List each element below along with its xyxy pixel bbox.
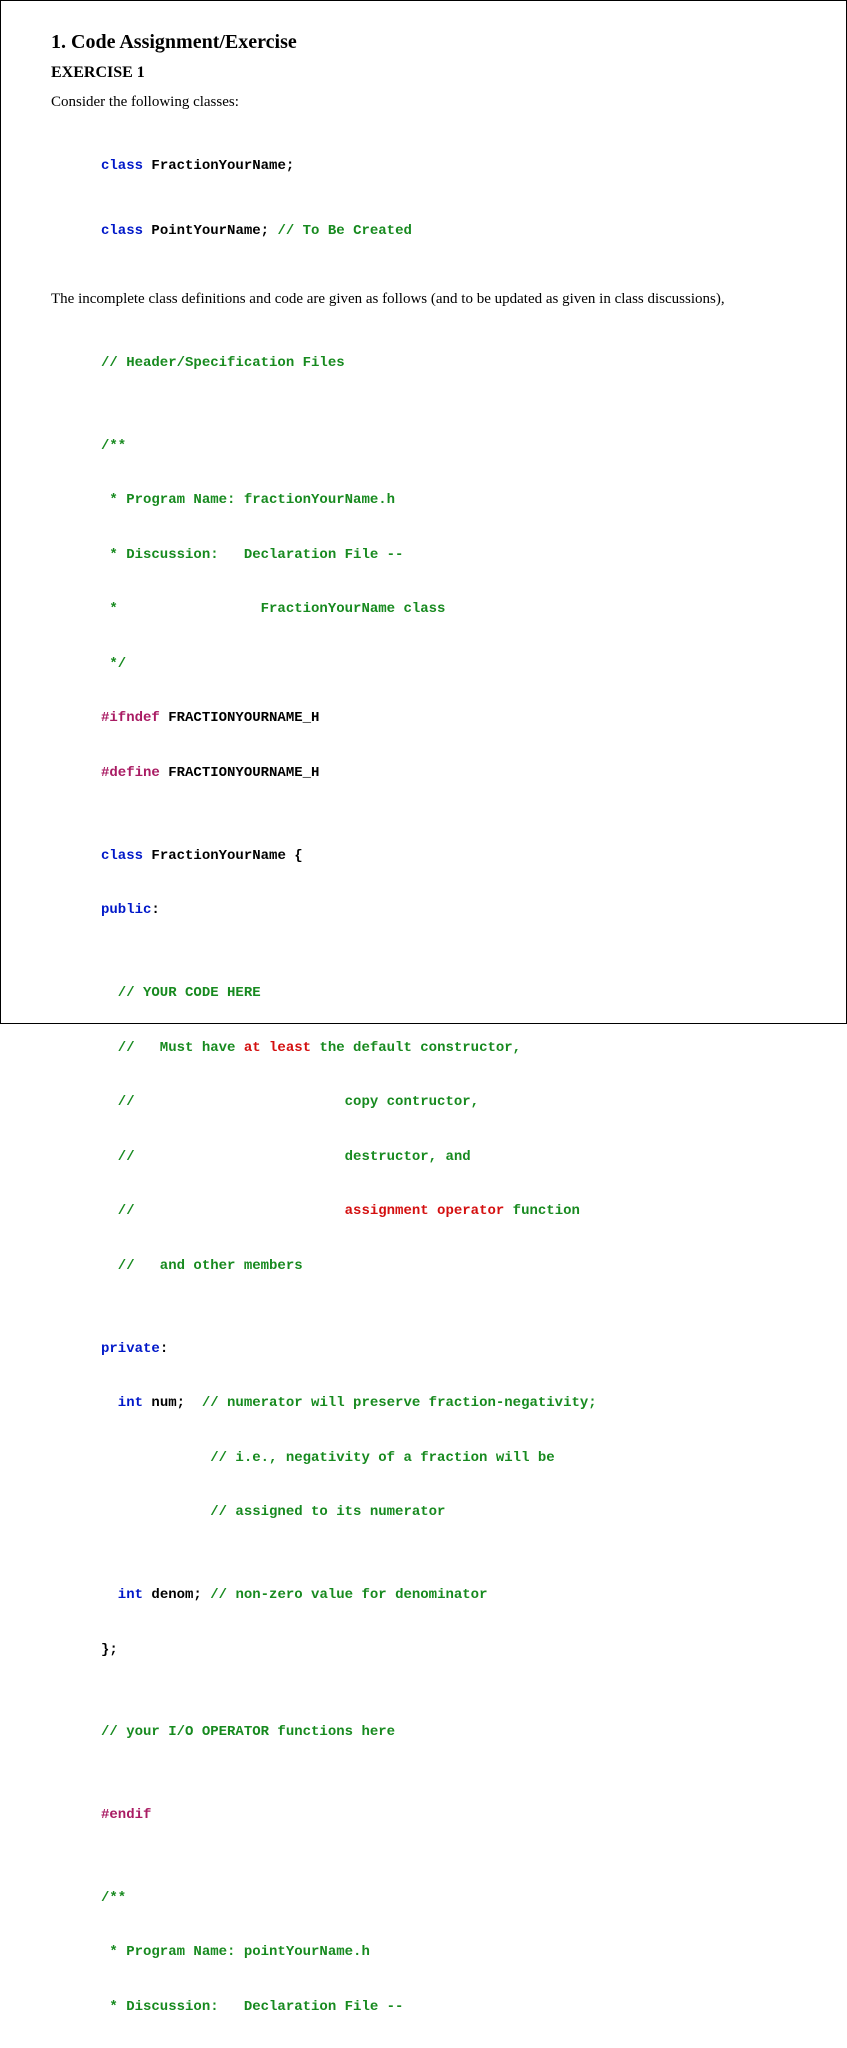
- comment: // To Be Created: [277, 223, 411, 239]
- preprocessor: #ifndef: [101, 710, 160, 726]
- keyword-private: private: [101, 1341, 160, 1357]
- class-name: FractionYourName;: [143, 158, 294, 174]
- comment: // numerator will preserve fraction-nega…: [202, 1395, 597, 1411]
- comment: // your I/O OPERATOR functions here: [101, 1724, 395, 1740]
- comment: // assigned to its numerator: [101, 1504, 445, 1520]
- emphasis-text: at least: [244, 1040, 311, 1056]
- doc-comment: * FractionYourName class: [101, 601, 445, 617]
- keyword-public: public: [101, 902, 151, 918]
- macro-symbol: FRACTIONYOURNAME_H: [160, 710, 320, 726]
- doc-comment: /**: [101, 438, 126, 454]
- keyword-class: class: [101, 158, 143, 174]
- emphasis-text: assignment operator: [345, 1203, 505, 1219]
- intro-text: Consider the following classes:: [51, 94, 796, 111]
- class-name: FractionYourName {: [143, 848, 303, 864]
- section-heading: 1. Code Assignment/Exercise: [51, 31, 796, 54]
- colon: :: [151, 902, 159, 918]
- comment: // Must have: [101, 1040, 244, 1056]
- comment: // destructor, and: [101, 1149, 471, 1165]
- var-name: denom;: [143, 1587, 210, 1603]
- preprocessor: #endif: [101, 1807, 151, 1823]
- keyword-int: int: [101, 1395, 143, 1411]
- comment: // copy contructor,: [101, 1094, 479, 1110]
- transition-text: The incomplete class definitions and cod…: [51, 291, 796, 308]
- exercise-label: EXERCISE 1: [51, 64, 796, 82]
- class-name-bold: Point: [143, 223, 193, 239]
- comment: //: [101, 1203, 345, 1219]
- colon: :: [160, 1341, 168, 1357]
- preprocessor: #define: [101, 765, 160, 781]
- comment: function: [504, 1203, 580, 1219]
- doc-comment: * Discussion: Declaration File --: [101, 1999, 403, 2015]
- code-line: class PointYourName; // To Be Created: [101, 222, 796, 240]
- keyword-class: class: [101, 223, 143, 239]
- comment: // YOUR CODE HERE: [101, 985, 261, 1001]
- main-code-block: // Header/Specification Files /** * Prog…: [101, 318, 796, 2048]
- comment: // non-zero value for denominator: [210, 1587, 487, 1603]
- class-name-tail: YourName;: [193, 223, 277, 239]
- var-name: num;: [143, 1395, 202, 1411]
- document-page: 1. Code Assignment/Exercise EXERCISE 1 C…: [0, 0, 847, 1024]
- close-brace: };: [101, 1642, 118, 1658]
- code-line: class FractionYourName;: [101, 157, 796, 175]
- macro-symbol: FRACTIONYOURNAME_H: [160, 765, 320, 781]
- doc-comment: * Discussion: Declaration File --: [101, 547, 403, 563]
- doc-comment: */: [101, 656, 126, 672]
- comment: the default constructor,: [311, 1040, 521, 1056]
- keyword-class: class: [101, 848, 143, 864]
- doc-comment: * Program Name: pointYourName.h: [101, 1944, 370, 1960]
- keyword-int: int: [101, 1587, 143, 1603]
- doc-comment: * Program Name: fractionYourName.h: [101, 492, 395, 508]
- class-declarations-code: class FractionYourName; class PointYourN…: [101, 121, 796, 277]
- comment: // Header/Specification Files: [101, 355, 345, 371]
- comment: // i.e., negativity of a fraction will b…: [101, 1450, 555, 1466]
- doc-comment: /**: [101, 1890, 126, 1906]
- comment: // and other members: [101, 1258, 303, 1274]
